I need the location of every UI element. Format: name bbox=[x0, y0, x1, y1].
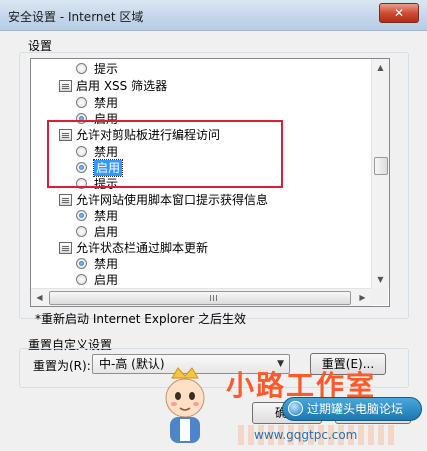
radio-option[interactable]: 启用 bbox=[76, 111, 118, 127]
setting-folder-icon bbox=[59, 129, 72, 141]
reset-to-label: 重置为(R): bbox=[33, 359, 91, 373]
radio-option[interactable]: 启用 bbox=[76, 224, 118, 240]
radio-icon[interactable] bbox=[76, 178, 87, 189]
vertical-scroll-thumb[interactable] bbox=[374, 157, 388, 175]
vertical-scrollbar[interactable]: ▲ ▼ bbox=[371, 59, 389, 288]
radio-checked-icon[interactable] bbox=[76, 162, 87, 173]
restart-note: *重新启动 Internet Explorer 之后生效 bbox=[35, 312, 247, 326]
radio-option[interactable]: 启用 bbox=[76, 272, 118, 288]
radio-checked-icon[interactable] bbox=[76, 113, 87, 124]
watermark-badge: 过期罐头电脑论坛 bbox=[282, 397, 422, 421]
radio-checked-icon[interactable] bbox=[76, 258, 87, 269]
watermark-url: www.gqgtpc.com bbox=[254, 428, 358, 442]
radio-option[interactable]: 提示 bbox=[76, 176, 118, 192]
settings-tree[interactable]: 提示 启用 XSS 筛选器 禁用 启用 允许对剪贴板进行编程访问 禁用 启用 提… bbox=[30, 58, 390, 307]
scroll-left-icon[interactable]: ◀ bbox=[31, 289, 48, 306]
radio-checked-icon[interactable] bbox=[76, 210, 87, 221]
radio-option[interactable]: 提示 bbox=[76, 61, 118, 77]
radio-icon[interactable] bbox=[76, 97, 87, 108]
title-bar: 安全设置 - Internet 区域 ✕ bbox=[0, 0, 427, 31]
setting-group: 允许对剪贴板进行编程访问 bbox=[59, 127, 220, 143]
globe-icon bbox=[288, 401, 303, 416]
setting-folder-icon bbox=[59, 80, 72, 92]
mascot-icon bbox=[165, 367, 205, 443]
horizontal-scroll-thumb[interactable] bbox=[49, 291, 351, 305]
scroll-down-icon[interactable]: ▼ bbox=[372, 271, 389, 288]
window-title: 安全设置 - Internet 区域 bbox=[8, 10, 144, 24]
setting-folder-icon bbox=[59, 242, 72, 254]
radio-icon[interactable] bbox=[76, 274, 87, 285]
scroll-up-icon[interactable]: ▲ bbox=[372, 59, 389, 76]
grip-icon bbox=[210, 295, 217, 301]
radio-option[interactable]: 禁用 bbox=[76, 208, 118, 224]
radio-option[interactable]: 禁用 bbox=[76, 95, 118, 111]
close-button[interactable]: ✕ bbox=[379, 3, 419, 23]
radio-icon[interactable] bbox=[76, 63, 87, 74]
scroll-right-icon[interactable]: ▶ bbox=[354, 289, 371, 306]
radio-option[interactable]: 禁用 bbox=[76, 144, 118, 160]
setting-folder-icon bbox=[59, 194, 72, 206]
setting-group: 允许网站使用脚本窗口提示获得信息 bbox=[59, 192, 268, 208]
radio-option[interactable]: 禁用 bbox=[76, 256, 118, 272]
scroll-corner bbox=[371, 288, 388, 305]
radio-icon[interactable] bbox=[76, 146, 87, 157]
radio-option-selected[interactable]: 启用 bbox=[76, 159, 124, 177]
radio-icon[interactable] bbox=[76, 226, 87, 237]
setting-group: 允许状态栏通过脚本更新 bbox=[59, 240, 208, 256]
setting-group: 启用 XSS 筛选器 bbox=[59, 78, 167, 94]
horizontal-scrollbar[interactable]: ◀ ▶ bbox=[31, 288, 371, 306]
